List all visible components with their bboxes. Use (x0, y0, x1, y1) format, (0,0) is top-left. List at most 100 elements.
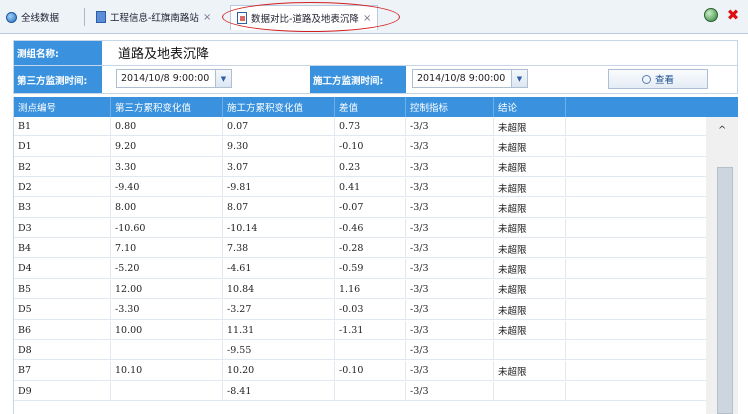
table-cell: B6 (14, 320, 111, 340)
table-cell (494, 381, 566, 401)
table-row[interactable]: D1 9.20 9.30 -0.10 -3/3 未超限 (14, 137, 706, 157)
document-icon (96, 11, 106, 23)
table-cell: B4 (14, 239, 111, 259)
table-cell: -9.40 (111, 178, 223, 198)
table-cell: 未超限 (494, 198, 566, 218)
table-cell: 未超限 (494, 279, 566, 299)
table-cell (335, 340, 406, 360)
table-cell: -3/3 (406, 178, 494, 198)
chevron-down-icon[interactable]: ▼ (511, 70, 527, 87)
table-cell: -1.31 (335, 320, 406, 340)
chevron-down-icon[interactable]: ▼ (215, 70, 231, 87)
table-row[interactable]: B2 3.30 3.07 0.23 -3/3 未超限 (14, 157, 706, 178)
time-row: 第三方监测时间: 2014/10/8 9:00:00 ▼ 施工方监测时间: 20… (13, 66, 738, 94)
table-cell: -3/3 (406, 300, 494, 320)
table-cell: -3/3 (406, 259, 494, 279)
table-cell: -3.30 (111, 300, 223, 320)
table-cell: -0.10 (335, 361, 406, 381)
table-cell: B2 (14, 157, 111, 177)
table-row[interactable]: B4 7.10 7.38 -0.28 -3/3 未超限 (14, 239, 706, 259)
table-cell: B1 (14, 117, 111, 136)
table-cell: -0.59 (335, 259, 406, 279)
table-row[interactable]: D9 -8.41 -3/3 (14, 381, 706, 401)
table-row[interactable]: D4 -5.20 -4.61 -0.59 -3/3 未超限 (14, 259, 706, 279)
table-cell: 0.73 (335, 117, 406, 136)
column-header[interactable]: 差值 (335, 97, 406, 117)
query-button[interactable]: 查看 (608, 69, 708, 89)
table-row[interactable]: B1 0.80 0.07 0.73 -3/3 未超限 (14, 117, 706, 137)
table-row[interactable]: B6 10.00 11.31 -1.31 -3/3 未超限 (14, 320, 706, 340)
table-cell: B5 (14, 279, 111, 299)
column-header[interactable]: 结论 (494, 97, 566, 117)
close-icon[interactable]: × (203, 12, 211, 23)
table-row[interactable]: D3 -10.60 -10.14 -0.46 -3/3 未超限 (14, 218, 706, 239)
table-cell: -3/3 (406, 279, 494, 299)
table-cell: 0.07 (223, 117, 335, 136)
table-cell: -3/3 (406, 361, 494, 381)
table-cell: 12.00 (111, 279, 223, 299)
table-cell: 3.30 (111, 157, 223, 177)
table-cell: -3/3 (406, 320, 494, 340)
table-cell: 7.38 (223, 239, 335, 259)
table-cell: -3/3 (406, 198, 494, 218)
table-row[interactable]: B7 10.10 10.20 -0.10 -3/3 未超限 (14, 361, 706, 381)
table-row[interactable]: D5 -3.30 -3.27 -0.03 -3/3 未超限 (14, 300, 706, 320)
third-party-time-picker[interactable]: 2014/10/8 9:00:00 ▼ (116, 69, 232, 88)
globe-refresh-icon[interactable] (704, 8, 718, 22)
group-value: 道路及地表沉降 (118, 47, 210, 62)
scrollbar-thumb[interactable] (717, 167, 733, 414)
table-cell: 未超限 (494, 259, 566, 279)
table-row[interactable]: D2 -9.40 -9.81 0.41 -3/3 未超限 (14, 178, 706, 198)
table-cell: 未超限 (494, 239, 566, 259)
table-cell (335, 381, 406, 401)
table-cell: -9.55 (223, 340, 335, 360)
table-cell: 未超限 (494, 218, 566, 238)
table-cell: 7.10 (111, 239, 223, 259)
table-cell: -0.07 (335, 198, 406, 218)
table-cell: 1.16 (335, 279, 406, 299)
table-cell: 未超限 (494, 178, 566, 198)
table-cell: 未超限 (494, 157, 566, 177)
vertical-scrollbar[interactable]: ^ (706, 117, 738, 414)
column-header[interactable]: 控制指标 (406, 97, 494, 117)
table-cell: 9.20 (111, 137, 223, 157)
table-row[interactable]: B3 8.00 8.07 -0.07 -3/3 未超限 (14, 198, 706, 218)
scroll-up-icon[interactable]: ^ (718, 125, 726, 136)
column-header[interactable]: 测点编号 (14, 97, 111, 117)
table-cell: D4 (14, 259, 111, 279)
tab-label: 工程信息-红旗南路站 (110, 13, 199, 24)
close-icon[interactable]: ✖ (726, 8, 740, 23)
group-row: 测组名称: 道路及地表沉降 (13, 40, 738, 66)
table-cell: -3/3 (406, 381, 494, 401)
table-cell: 10.20 (223, 361, 335, 381)
comparison-table: 测点编号 第三方累积变化值 施工方累积变化值 差值 控制指标 结论 B1 0.80… (13, 97, 738, 414)
table-cell: 8.07 (223, 198, 335, 218)
column-header[interactable]: 第三方累积变化值 (111, 97, 223, 117)
tab-project-info[interactable]: 工程信息-红旗南路站 × (96, 6, 211, 28)
table-cell: -3/3 (406, 157, 494, 177)
table-cell: -5.20 (111, 259, 223, 279)
table-cell: 9.30 (223, 137, 335, 157)
table-cell: D2 (14, 178, 111, 198)
table-cell: -3/3 (406, 137, 494, 157)
table-cell: -3/3 (406, 239, 494, 259)
construction-time-value: 2014/10/8 9:00:00 (417, 73, 506, 84)
table-cell: D8 (14, 340, 111, 360)
table-cell: -0.28 (335, 239, 406, 259)
table-cell: -3/3 (406, 218, 494, 238)
table-cell: 0.41 (335, 178, 406, 198)
column-header[interactable]: 施工方累积变化值 (223, 97, 335, 117)
table-row[interactable]: D8 -9.55 -3/3 (14, 340, 706, 361)
table-cell: 0.23 (335, 157, 406, 177)
construction-time-picker[interactable]: 2014/10/8 9:00:00 ▼ (412, 69, 528, 88)
table-cell: D1 (14, 137, 111, 157)
table-cell: -0.03 (335, 300, 406, 320)
table-row[interactable]: B5 12.00 10.84 1.16 -3/3 未超限 (14, 279, 706, 300)
third-party-time-label: 第三方监测时间: (14, 66, 102, 93)
table-cell: 10.10 (111, 361, 223, 381)
table-cell: 11.31 (223, 320, 335, 340)
tab-all-data[interactable]: 全线数据 (6, 6, 59, 28)
table-cell: -3/3 (406, 340, 494, 360)
table-cell: B7 (14, 361, 111, 381)
table-cell: 10.00 (111, 320, 223, 340)
